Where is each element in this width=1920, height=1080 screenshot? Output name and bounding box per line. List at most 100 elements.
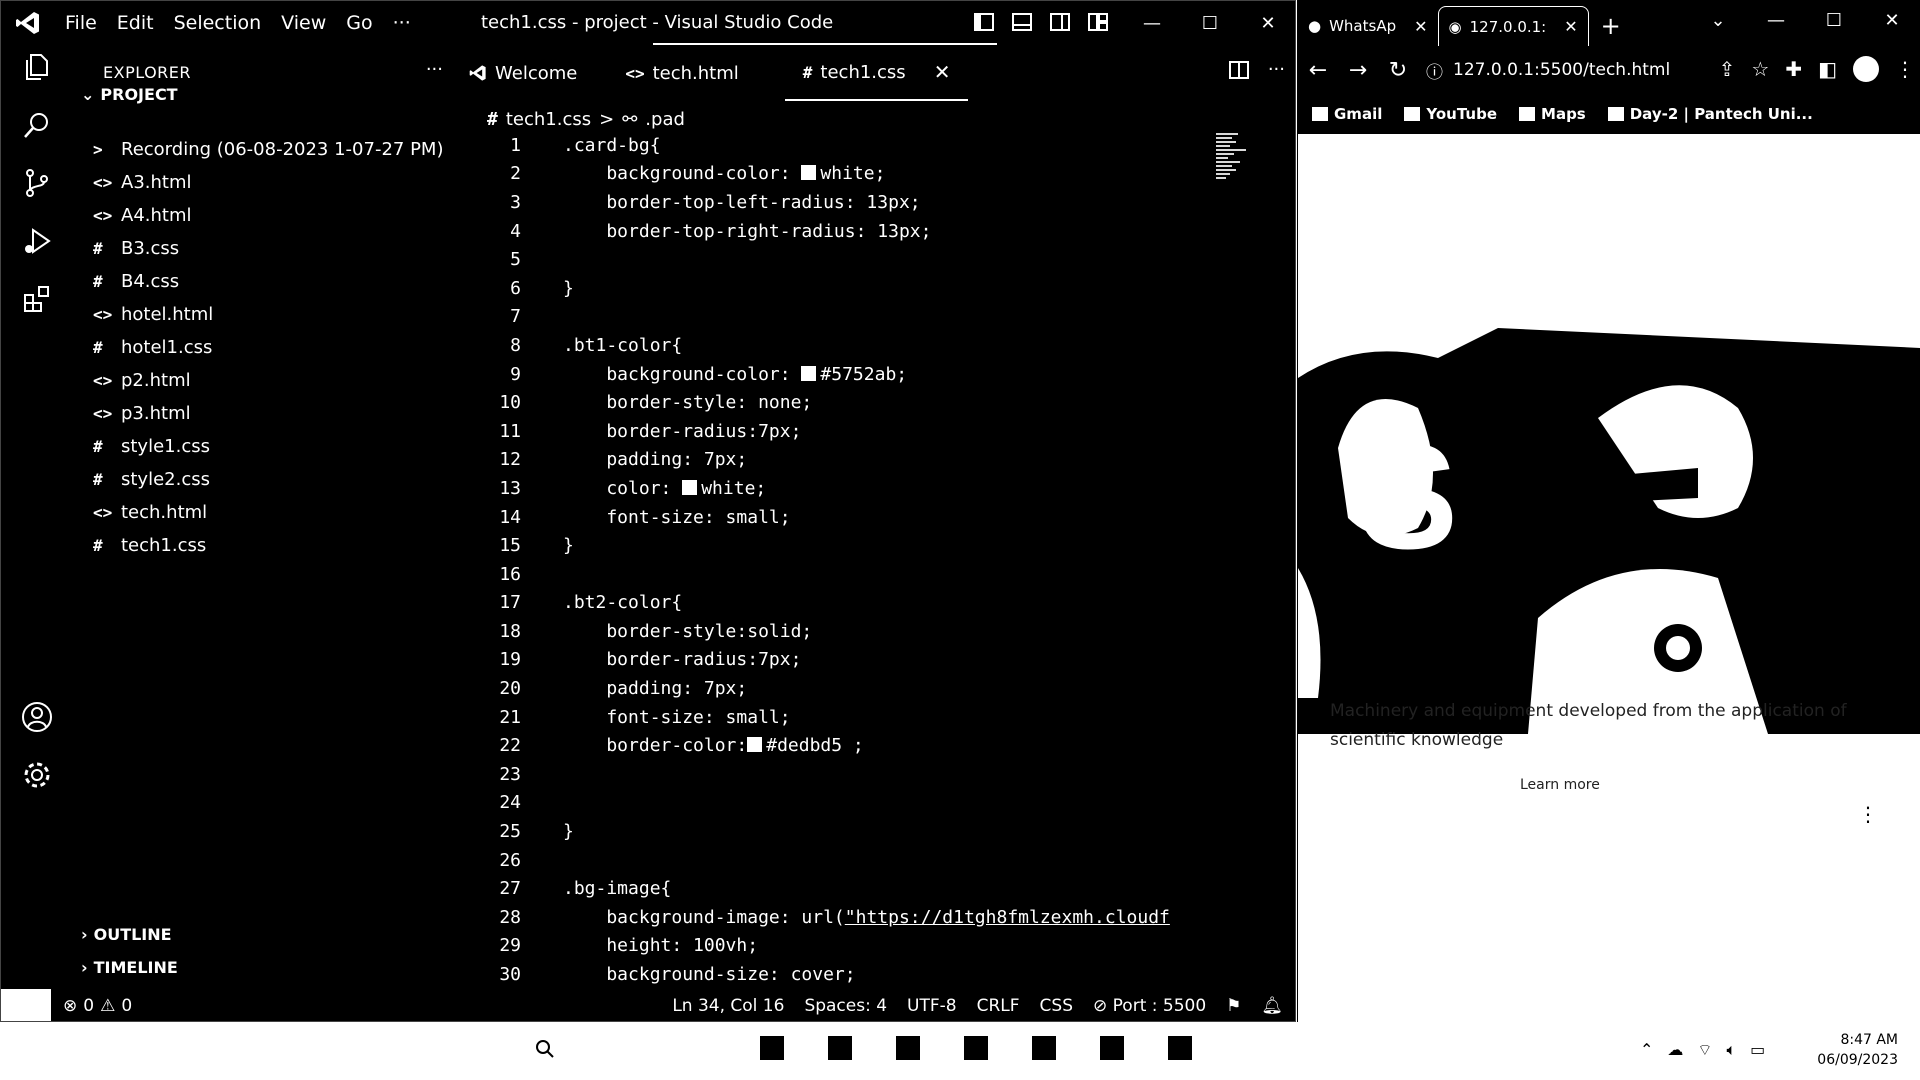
code-line[interactable]: 30 background-size: cover; — [451, 960, 1251, 989]
toggle-primary-sidebar-icon[interactable] — [973, 11, 995, 33]
feedback-icon[interactable]: ⚑ — [1226, 996, 1241, 1016]
tree-item-a4-html[interactable]: <> A4.html — [93, 199, 443, 232]
code-line[interactable]: 6} — [451, 274, 1251, 303]
split-editor-icon[interactable] — [1228, 59, 1250, 81]
browser-tab-whatsapp[interactable]: ● WhatsAp ✕ — [1298, 6, 1438, 46]
code-line[interactable]: 19 border-radius:7px; — [451, 646, 1251, 675]
source-control-icon[interactable] — [15, 161, 59, 205]
toggle-panel-icon[interactable] — [1011, 11, 1033, 33]
timeline-section[interactable]: › TIMELINE — [81, 958, 178, 977]
code-line[interactable]: 18 border-style:solid; — [451, 617, 1251, 646]
code-line[interactable]: 17 .bt2-color{ — [451, 589, 1251, 618]
color-swatch[interactable] — [682, 479, 698, 495]
code-line[interactable]: 10 border-style: none; — [451, 388, 1251, 417]
color-swatch[interactable] — [747, 737, 763, 753]
tree-item-style2-css[interactable]: # style2.css — [93, 463, 443, 496]
code-line[interactable]: 25} — [451, 817, 1251, 846]
tree-item-style1-css[interactable]: # style1.css — [93, 430, 443, 463]
code-url[interactable]: "https://d1tgh8fmlzexmh.cloudf — [845, 907, 1170, 928]
code-line[interactable]: 29 height: 100vh; — [451, 932, 1251, 961]
breadcrumb-symbol[interactable]: .pad — [645, 109, 685, 130]
taskbar-app-icon[interactable] — [1168, 1036, 1192, 1060]
accounts-icon[interactable] — [15, 695, 59, 739]
profile-avatar[interactable] — [1853, 56, 1879, 82]
vertical-dots-icon[interactable]: ⋮ — [1858, 802, 1878, 826]
taskbar-app-icon[interactable] — [896, 1036, 920, 1060]
extensions-icon[interactable]: ✚ — [1785, 57, 1802, 81]
close-tab-icon[interactable]: ✕ — [934, 60, 951, 84]
code-line[interactable]: 28 background-image: url("https://d1tgh8… — [451, 903, 1251, 932]
bookmark-maps[interactable]: Maps — [1519, 105, 1586, 123]
run-debug-icon[interactable] — [15, 219, 59, 263]
taskbar-app-icon[interactable] — [964, 1036, 988, 1060]
color-swatch[interactable] — [801, 165, 817, 181]
close-tab-icon[interactable]: ✕ — [1414, 17, 1427, 36]
cursor-position[interactable]: Ln 34, Col 16 — [672, 996, 784, 1016]
star-icon[interactable]: ☆ — [1751, 57, 1769, 81]
kebab-menu-icon[interactable]: ⋮ — [1895, 57, 1915, 81]
code-line[interactable]: 22 border-color: #dedbd5 ; — [451, 731, 1251, 760]
forward-arrow-icon[interactable]: → — [1338, 58, 1378, 83]
tree-item-tech1-css[interactable]: # tech1.css — [93, 529, 443, 562]
bookmark-pantech[interactable]: Day-2 | Pantech Uni... — [1607, 105, 1813, 123]
tab-welcome[interactable]: Welcome — [451, 45, 595, 101]
taskbar-app-icon[interactable] — [1032, 1036, 1056, 1060]
explorer-more-icon[interactable]: ··· — [426, 59, 443, 80]
tab-tech1-css[interactable]: # tech1.css ✕ — [784, 45, 969, 101]
back-arrow-icon[interactable]: ← — [1298, 58, 1338, 83]
remote-indicator[interactable] — [1, 989, 51, 1021]
vscode-logo-icon[interactable] — [1, 1, 55, 45]
code-line[interactable]: 15} — [451, 531, 1251, 560]
battery-icon[interactable]: ▭ — [1750, 1040, 1765, 1060]
explorer-icon[interactable] — [15, 45, 59, 89]
taskbar-clock[interactable]: 8:47 AM 06/09/2023 — [1817, 1030, 1898, 1070]
reload-icon[interactable]: ↻ — [1378, 58, 1418, 83]
outline-section[interactable]: › OUTLINE — [81, 925, 172, 944]
tree-item-hotel-html[interactable]: <> hotel.html — [93, 298, 443, 331]
tree-item-hotel1-css[interactable]: # hotel1.css — [93, 331, 443, 364]
minimize-icon[interactable]: — — [1123, 1, 1181, 45]
menu-edit[interactable]: Edit — [107, 12, 164, 34]
end-of-line[interactable]: CRLF — [977, 996, 1020, 1016]
search-icon[interactable] — [15, 103, 59, 147]
tab-tech-html[interactable]: <> tech.html — [607, 45, 756, 101]
close-tab-icon[interactable]: ✕ — [1564, 17, 1577, 36]
code-line[interactable]: 27 .bg-image{ — [451, 874, 1251, 903]
extensions-icon[interactable] — [15, 277, 59, 321]
problems-status[interactable]: ⊗ 0 ⚠ 0 — [63, 996, 132, 1016]
tree-item-recording[interactable]: > Recording (06-08-2023 1-07-27 PM) — [93, 133, 443, 166]
code-line[interactable]: 8 .bt1-color{ — [451, 331, 1251, 360]
more-actions-icon[interactable]: ··· — [1268, 59, 1285, 81]
code-line[interactable]: 23 — [451, 760, 1251, 789]
color-swatch[interactable] — [801, 365, 817, 381]
code-line[interactable]: 14 font-size: small; — [451, 503, 1251, 532]
taskbar-app-icon[interactable] — [1100, 1036, 1124, 1060]
tree-item-b3-css[interactable]: # B3.css — [93, 232, 443, 265]
cloud-icon[interactable]: ☁ — [1667, 1040, 1683, 1060]
encoding[interactable]: UTF-8 — [907, 996, 957, 1016]
menu-go[interactable]: Go — [336, 12, 382, 34]
notifications-bell-icon[interactable]: 🔔︎ — [1261, 996, 1283, 1016]
tree-item-a3-html[interactable]: <> A3.html — [93, 166, 443, 199]
minimize-icon[interactable]: — — [1747, 0, 1805, 40]
customize-layout-icon[interactable] — [1087, 11, 1109, 33]
minimap[interactable] — [1216, 131, 1252, 231]
code-line[interactable]: 16 — [451, 560, 1251, 589]
code-line[interactable]: 21 font-size: small; — [451, 703, 1251, 732]
indentation[interactable]: Spaces: 4 — [804, 996, 887, 1016]
menu-more[interactable]: ··· — [383, 12, 421, 34]
live-server-port[interactable]: ⊘ Port : 5500 — [1093, 996, 1206, 1016]
maximize-icon[interactable]: ☐ — [1181, 1, 1239, 45]
project-section[interactable]: ⌄ PROJECT — [81, 85, 178, 104]
toggle-secondary-sidebar-icon[interactable] — [1049, 11, 1071, 33]
site-info-icon[interactable]: ⓘ — [1426, 58, 1443, 83]
menu-selection[interactable]: Selection — [164, 12, 272, 34]
new-tab-button[interactable]: + — [1589, 6, 1633, 46]
settings-gear-icon[interactable] — [15, 753, 59, 797]
browser-tab-localhost[interactable]: ◉ 127.0.0.1: ✕ — [1437, 6, 1589, 46]
code-line[interactable]: 5 — [451, 245, 1251, 274]
close-icon[interactable]: ✕ — [1863, 0, 1920, 40]
wifi-icon[interactable]: ⌔ — [1697, 1040, 1712, 1060]
code-editor[interactable]: 1 .card-bg{2 background-color: white; 3 bo… — [451, 131, 1251, 989]
taskbar-app-icon[interactable] — [828, 1036, 852, 1060]
